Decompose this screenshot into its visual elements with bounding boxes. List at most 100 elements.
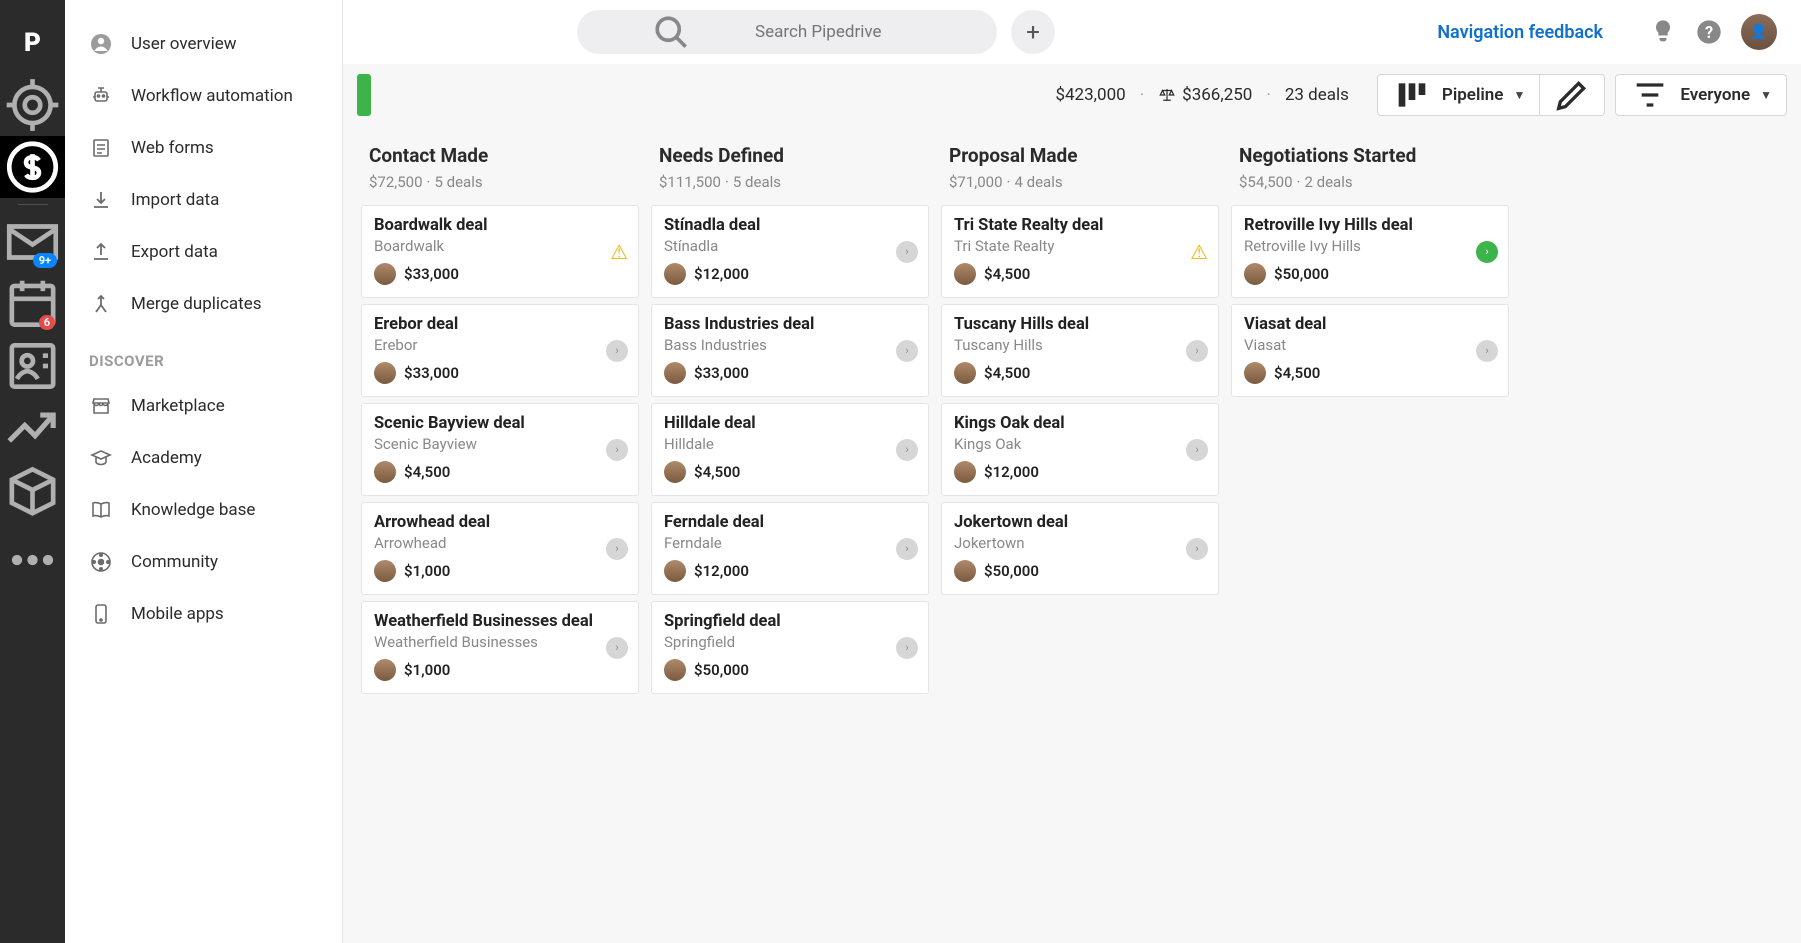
deal-value: $12,000 [694, 265, 749, 283]
deal-title: Kings Oak deal [954, 414, 1206, 433]
status-next-icon: › [896, 439, 918, 461]
deal-card[interactable]: Retroville Ivy Hills deal Retroville Ivy… [1231, 205, 1509, 298]
deal-card[interactable]: Stínadla deal Stínadla $12,000 › [651, 205, 929, 298]
owner-avatar [374, 461, 396, 483]
deal-card[interactable]: Arrowhead deal Arrowhead $1,000 › [361, 502, 639, 595]
deal-value: $12,000 [984, 463, 1039, 481]
robot-icon [89, 84, 113, 108]
stage-summary: $54,500·2 deals [1239, 173, 1501, 191]
deal-card[interactable]: Boardwalk deal Boardwalk $33,000 ⚠ [361, 205, 639, 298]
stage-header[interactable]: Needs Defined $111,500·5 deals [651, 138, 929, 205]
deal-value: $1,000 [404, 661, 450, 679]
rail-insights[interactable] [0, 397, 65, 459]
menu-webforms[interactable]: Web forms [65, 122, 342, 174]
menu-import[interactable]: Import data [65, 174, 342, 226]
top-header: + Navigation feedback ? 👤 [343, 0, 1801, 64]
deal-card[interactable]: Tuscany Hills deal Tuscany Hills $4,500 … [941, 304, 1219, 397]
deal-value: $50,000 [694, 661, 749, 679]
status-next-icon: › [896, 241, 918, 263]
add-button[interactable]: + [1011, 10, 1055, 54]
stage-title: Needs Defined [659, 144, 921, 167]
rail-contacts[interactable] [0, 335, 65, 397]
deal-card[interactable]: Viasat deal Viasat $4,500 › [1231, 304, 1509, 397]
nav-feedback-link[interactable]: Navigation feedback [1437, 22, 1603, 43]
deal-card[interactable]: Springfield deal Springfield $50,000 › [651, 601, 929, 694]
pipeline-dropdown[interactable]: Pipeline ▼ [1377, 74, 1540, 116]
deal-value: $1,000 [404, 562, 450, 580]
stage-header[interactable]: Negotiations Started $54,500·2 deals [1231, 138, 1509, 205]
warning-icon: ⚠ [1190, 240, 1208, 264]
discover-label: DISCOVER [65, 330, 342, 380]
filter-dropdown[interactable]: Everyone ▼ [1615, 74, 1787, 116]
deal-card[interactable]: Kings Oak deal Kings Oak $12,000 › [941, 403, 1219, 496]
status-next-icon: › [896, 340, 918, 362]
deal-card[interactable]: Hilldale deal Hilldale $4,500 › [651, 403, 929, 496]
menu-workflow[interactable]: Workflow automation [65, 70, 342, 122]
deal-card[interactable]: Weatherfield Businesses deal Weatherfiel… [361, 601, 639, 694]
status-next-icon: › [1186, 538, 1208, 560]
menu-knowledge[interactable]: Knowledge base [65, 484, 342, 536]
deal-card[interactable]: Scenic Bayview deal Scenic Bayview $4,50… [361, 403, 639, 496]
menu-marketplace[interactable]: Marketplace [65, 380, 342, 432]
pencil-icon [1552, 75, 1592, 115]
rail-deals[interactable] [0, 136, 65, 198]
menu-merge[interactable]: Merge duplicates [65, 278, 342, 330]
deal-value: $50,000 [984, 562, 1039, 580]
deal-title: Hilldale deal [664, 414, 916, 433]
deal-org: Hilldale [664, 435, 916, 453]
status-next-icon: › [1186, 340, 1208, 362]
deal-value: $4,500 [404, 463, 450, 481]
cal-badge: 6 [39, 315, 55, 330]
calendar-icon [0, 273, 65, 335]
rail-calendar[interactable]: 6 [0, 273, 65, 335]
icon-rail: P 9+ 6 [0, 0, 65, 943]
help-icon[interactable]: ? [1695, 18, 1723, 46]
assistant-icon[interactable] [1649, 18, 1677, 46]
menu-academy[interactable]: Academy [65, 432, 342, 484]
stage-header[interactable]: Contact Made $72,500·5 deals [361, 138, 639, 205]
menu-label: Knowledge base [131, 500, 255, 520]
deal-count: 23 deals [1285, 85, 1349, 105]
stage-header[interactable]: Proposal Made $71,000·4 deals [941, 138, 1219, 205]
menu-community[interactable]: Community [65, 536, 342, 588]
deal-value: $4,500 [984, 265, 1030, 283]
deal-card[interactable]: Bass Industries deal Bass Industries $33… [651, 304, 929, 397]
deal-org: Springfield [664, 633, 916, 651]
owner-avatar [954, 461, 976, 483]
menu-label: Web forms [131, 138, 214, 158]
user-avatar[interactable]: 👤 [1741, 14, 1777, 50]
pipeline-board: Contact Made $72,500·5 deals Boardwalk d… [343, 126, 1801, 943]
deal-org: Tri State Realty [954, 237, 1206, 255]
menu-mobile[interactable]: Mobile apps [65, 588, 342, 640]
menu-label: Workflow automation [131, 86, 293, 106]
deal-card[interactable]: Erebor deal Erebor $33,000 › [361, 304, 639, 397]
menu-label: Mobile apps [131, 604, 224, 624]
filter-icon [1630, 75, 1670, 115]
mail-badge: 9+ [33, 253, 57, 268]
add-deal-button[interactable] [357, 74, 371, 116]
rail-mail[interactable]: 9+ [0, 211, 65, 273]
rail-products[interactable] [0, 459, 65, 521]
rail-more[interactable] [0, 529, 65, 591]
box-icon [0, 459, 65, 521]
deal-card[interactable]: Jokertown deal Jokertown $50,000 › [941, 502, 1219, 595]
search-box[interactable] [577, 10, 997, 54]
side-menu: User overview Workflow automation Web fo… [65, 0, 343, 943]
chevron-down-icon: ▼ [1760, 88, 1772, 102]
menu-export[interactable]: Export data [65, 226, 342, 278]
deal-org: Kings Oak [954, 435, 1206, 453]
deal-card[interactable]: Tri State Realty deal Tri State Realty $… [941, 205, 1219, 298]
owner-avatar [954, 560, 976, 582]
deal-card[interactable]: Ferndale deal Ferndale $12,000 › [651, 502, 929, 595]
edit-pipeline-button[interactable] [1540, 74, 1605, 116]
rail-leads[interactable] [0, 74, 65, 136]
rail-divider [18, 204, 48, 205]
deal-org: Arrowhead [374, 534, 626, 552]
pipeline-icon [1392, 75, 1432, 115]
deal-value: $50,000 [1274, 265, 1329, 283]
menu-label: Academy [131, 448, 202, 468]
form-icon [89, 136, 113, 160]
menu-user-overview[interactable]: User overview [65, 18, 342, 70]
search-input[interactable] [755, 22, 977, 42]
logo-icon[interactable]: P [0, 12, 65, 74]
